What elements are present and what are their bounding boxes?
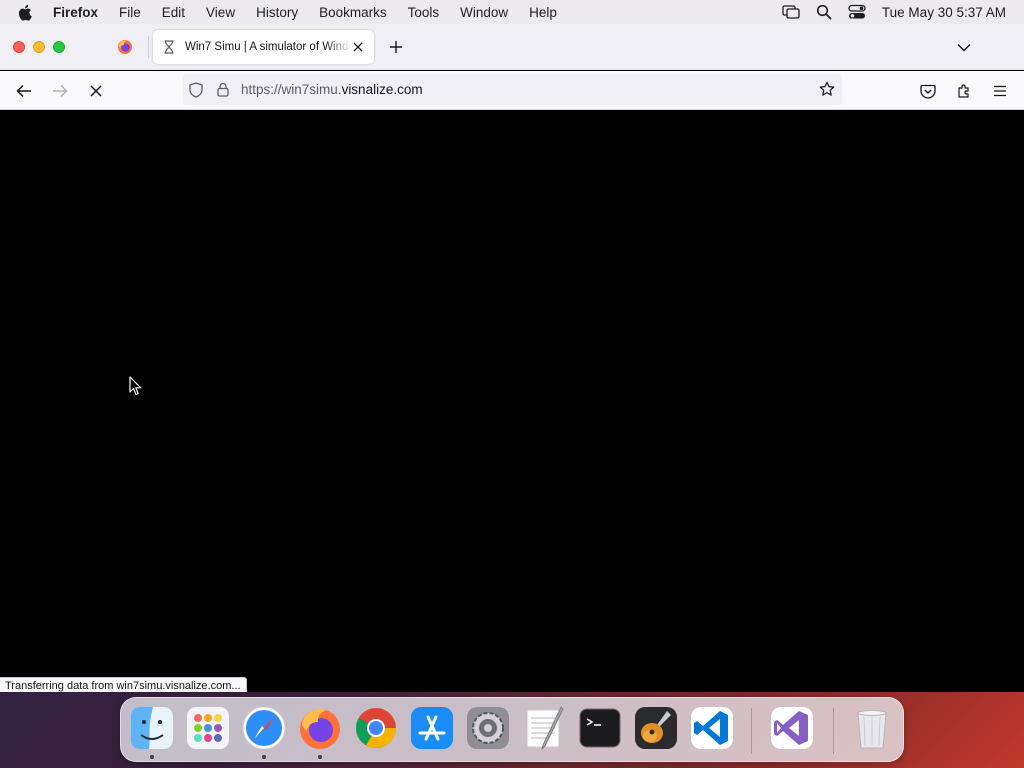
window-zoom-button[interactable] xyxy=(53,41,65,53)
dock-app-terminal[interactable] xyxy=(577,705,623,751)
dock-app-trash[interactable] xyxy=(849,705,895,751)
tab-title: Win7 Simu | A simulator of Windows 7 xyxy=(185,41,351,53)
dock-app-finder[interactable] xyxy=(129,705,175,751)
pocket-icon xyxy=(920,84,936,99)
hamburger-menu-icon xyxy=(994,85,1006,97)
dock-app-system-preferences[interactable] xyxy=(465,705,511,751)
dock xyxy=(120,697,904,762)
menu-edit[interactable]: Edit xyxy=(162,5,185,20)
apple-icon[interactable] xyxy=(17,4,39,21)
menu-file[interactable]: File xyxy=(119,5,141,20)
control-center-icon[interactable] xyxy=(848,4,866,20)
menu-bar: Firefox File Edit View History Bookmarks… xyxy=(0,0,1024,24)
textedit-icon xyxy=(526,706,564,751)
chevron-down-icon xyxy=(957,43,971,51)
firefox-icon xyxy=(300,709,340,749)
forward-arrow-icon xyxy=(53,84,68,98)
tracking-protection-shield-icon[interactable] xyxy=(189,81,205,98)
back-button[interactable] xyxy=(13,80,35,102)
firefox-icon xyxy=(118,40,132,54)
menu-help[interactable]: Help xyxy=(529,5,557,20)
menu-history[interactable]: History xyxy=(256,5,298,20)
new-tab-button[interactable] xyxy=(386,37,406,57)
dock-app-vscode[interactable] xyxy=(689,705,735,751)
dock-app-launchpad[interactable] xyxy=(185,705,231,751)
window-minimize-button[interactable] xyxy=(33,41,45,53)
menu-tools[interactable]: Tools xyxy=(408,5,440,20)
dock-app-app-store[interactable] xyxy=(409,705,455,751)
extensions-icon xyxy=(958,84,969,98)
firefox-window: Win7 Simu | A simulator of Windows 7 xyxy=(0,24,1024,692)
app-menu-button[interactable] xyxy=(989,80,1011,102)
dock-app-textedit[interactable] xyxy=(521,705,567,751)
visual-studio-icon xyxy=(771,707,813,749)
bookmark-star-icon[interactable] xyxy=(818,80,836,98)
forward-button[interactable] xyxy=(49,80,71,102)
stop-button[interactable] xyxy=(85,80,107,102)
mouse-cursor-icon xyxy=(129,376,142,396)
list-all-tabs-button[interactable] xyxy=(954,38,974,56)
tab-separator xyxy=(148,36,149,58)
dock-app-garageband[interactable] xyxy=(633,705,679,751)
menu-window[interactable]: Window xyxy=(460,5,508,20)
terminal-icon xyxy=(579,708,621,748)
running-indicator xyxy=(150,755,154,759)
dock-separator xyxy=(833,708,834,754)
menu-bookmarks[interactable]: Bookmarks xyxy=(319,5,387,20)
chrome-icon xyxy=(356,708,396,748)
tab-close-icon[interactable] xyxy=(351,40,365,54)
spotlight-search-icon[interactable] xyxy=(816,4,832,20)
screen-mirroring-icon[interactable] xyxy=(782,4,800,20)
running-indicator xyxy=(318,755,322,759)
pinned-tab-firefox[interactable] xyxy=(110,34,140,60)
extensions-button[interactable] xyxy=(953,80,975,102)
url-subdomain: win7simu. xyxy=(281,82,342,97)
lock-icon[interactable] xyxy=(217,82,231,97)
dock-app-visual-studio[interactable] xyxy=(769,705,815,751)
hourglass-loading-icon xyxy=(163,40,177,54)
dock-app-safari[interactable] xyxy=(241,705,287,751)
plus-icon xyxy=(390,41,402,53)
dock-app-chrome[interactable] xyxy=(353,705,399,751)
window-close-button[interactable] xyxy=(13,41,25,53)
dock-app-firefox[interactable] xyxy=(297,705,343,751)
url-scheme: https:// xyxy=(241,82,282,97)
menu-view[interactable]: View xyxy=(206,5,235,20)
guitar-icon xyxy=(635,707,677,749)
menubar-status-area: Tue May 30 5:37 AM xyxy=(782,0,1006,24)
navigation-toolbar: https://win7simu.visnalize.com xyxy=(0,71,1024,110)
pocket-button[interactable] xyxy=(917,80,939,102)
back-arrow-icon xyxy=(16,84,31,98)
stop-loading-icon xyxy=(90,85,102,97)
url-text[interactable]: https://win7simu.visnalize.com xyxy=(241,82,423,97)
menu-app-firefox[interactable]: Firefox xyxy=(53,5,98,20)
safari-icon xyxy=(242,706,286,750)
running-indicator xyxy=(262,755,266,759)
status-panel: Transferring data from win7simu.visnaliz… xyxy=(0,677,247,692)
trash-icon xyxy=(857,710,887,749)
url-host: visnalize.com xyxy=(341,82,423,97)
launchpad-icon xyxy=(187,707,229,749)
tab-bar: Win7 Simu | A simulator of Windows 7 xyxy=(0,24,1024,70)
gear-icon xyxy=(467,707,509,749)
tab-active[interactable]: Win7 Simu | A simulator of Windows 7 xyxy=(153,30,374,64)
vscode-icon xyxy=(691,707,733,749)
dock-separator xyxy=(751,708,752,754)
page-content-area[interactable] xyxy=(0,110,1024,692)
menubar-clock[interactable]: Tue May 30 5:37 AM xyxy=(882,5,1006,20)
url-bar[interactable]: https://win7simu.visnalize.com xyxy=(183,74,842,105)
finder-icon xyxy=(131,707,173,749)
app-store-icon xyxy=(411,707,453,749)
